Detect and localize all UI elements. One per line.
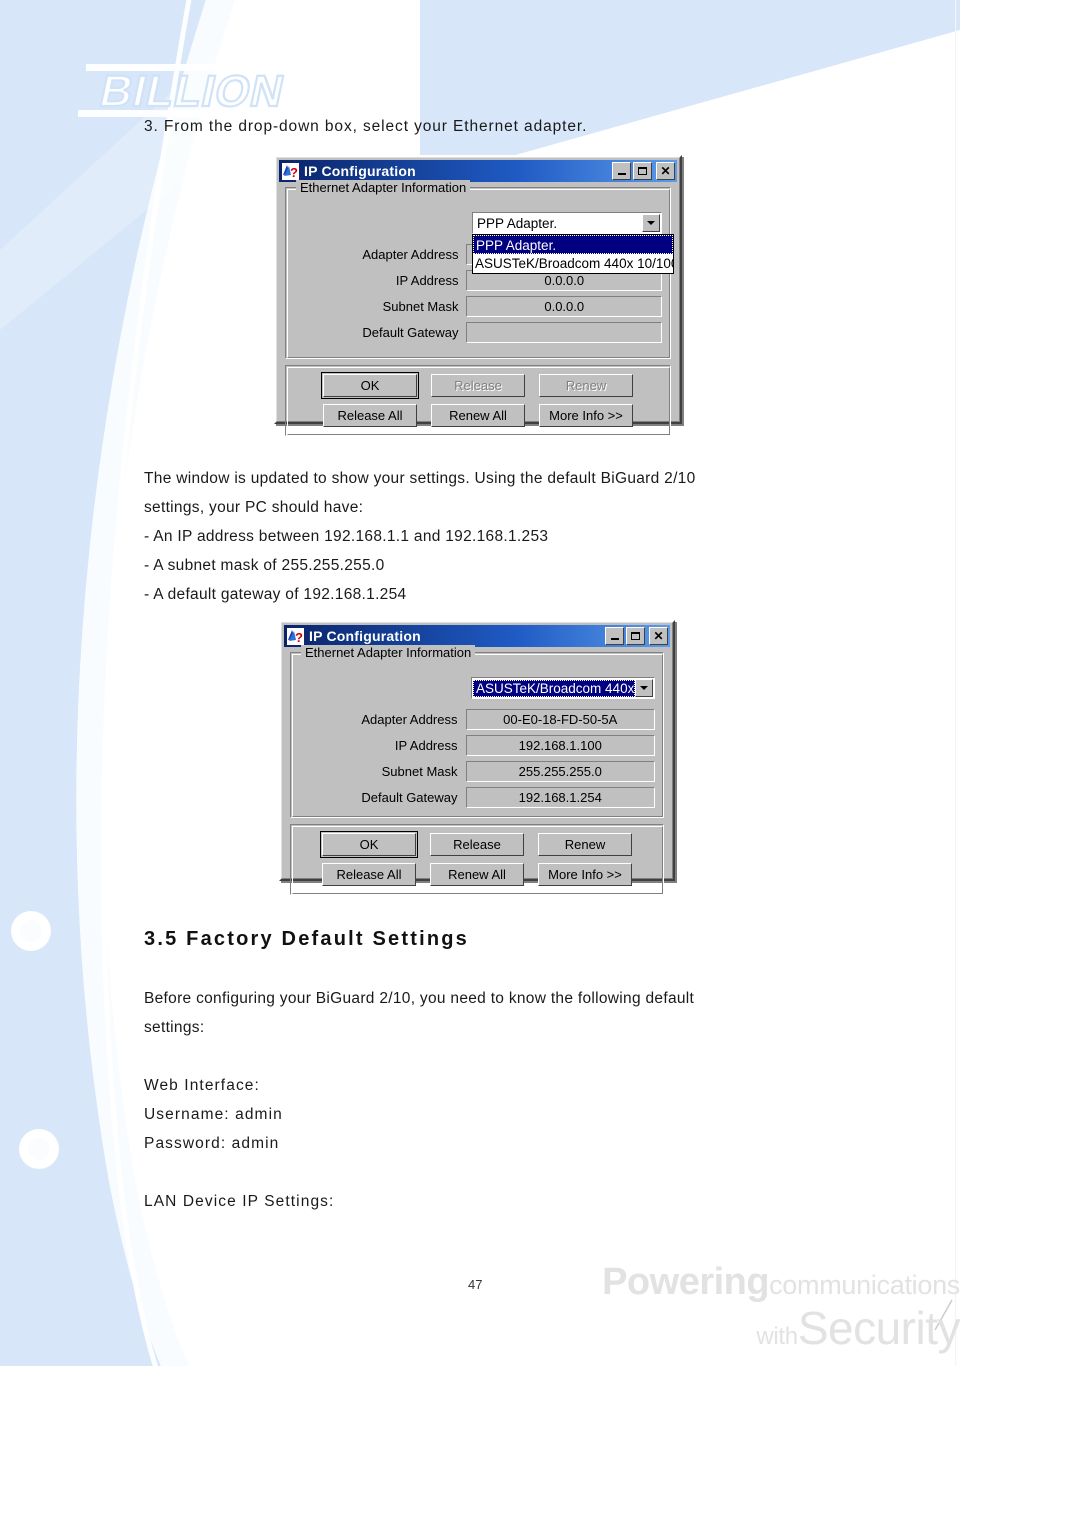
dialog1-release-all-button[interactable]: Release All xyxy=(323,404,417,427)
dialog2-label-subnet-mask: Subnet Mask xyxy=(381,764,458,779)
slogan-powering: Powering xyxy=(602,1261,770,1303)
dialog1-value-subnet-mask: 0.0.0.0 xyxy=(466,296,662,317)
chevron-down-icon[interactable] xyxy=(635,679,653,697)
close-button[interactable]: ✕ xyxy=(656,162,675,180)
dialog1-window-controls[interactable]: ✕ xyxy=(612,162,675,180)
dialog2-field-default-gateway: Default Gateway 192.168.1.254 xyxy=(299,787,655,808)
minimize-button[interactable] xyxy=(605,627,624,645)
lan-device-ip-settings-label: LAN Device IP Settings: xyxy=(144,1193,335,1210)
minimize-icon xyxy=(610,638,619,640)
slogan-communications: communications xyxy=(769,1270,960,1300)
dialog1-adapter-combo-value: PPP Adapter. xyxy=(477,215,558,231)
dialog1-adapter-combo-wrap[interactable]: PPP Adapter. PPP Adapter. ASUSTeK/Broadc… xyxy=(472,212,674,274)
dialog2-button-panel: OK Release Renew Release All Renew All M… xyxy=(290,824,664,895)
bullet-subnet-mask: - A subnet mask of 255.255.255.0 xyxy=(144,557,385,574)
dialog2-more-info-button[interactable]: More Info >> xyxy=(538,863,632,886)
billion-logo-text: BILLION xyxy=(96,67,289,115)
dialog2-release-button[interactable]: Release xyxy=(430,833,524,856)
ip-config-icon: ? xyxy=(287,627,304,645)
dialog2-adapter-combo[interactable]: ASUSTeK/Broadcom 440x 10/1 xyxy=(471,677,655,699)
dialog1-release-button: Release xyxy=(431,374,525,397)
svg-text:?: ? xyxy=(290,165,298,180)
dialog2-label-ip-address: IP Address xyxy=(394,738,458,753)
close-button[interactable]: ✕ xyxy=(649,627,668,645)
dialog2-value-adapter-address: 00-E0-18-FD-50-5A xyxy=(465,709,655,730)
dialog2-window-controls[interactable]: ✕ xyxy=(605,627,668,645)
dialog2-adapter-combo-wrap[interactable]: ASUSTeK/Broadcom 440x 10/1 xyxy=(471,677,655,699)
bullet-default-gateway: - A default gateway of 192.168.1.254 xyxy=(144,586,407,603)
chevron-down-icon[interactable] xyxy=(642,214,660,232)
dialog2-renew-button[interactable]: Renew xyxy=(538,833,632,856)
minimize-button[interactable] xyxy=(612,162,631,180)
dialog1-field-default-gateway: Default Gateway xyxy=(294,322,662,343)
dialog1-group-title: Ethernet Adapter Information xyxy=(296,180,471,195)
dialog2-label-adapter-address: Adapter Address xyxy=(361,712,458,727)
billion-logo: BILLION xyxy=(78,64,343,117)
dialog1-label-subnet-mask: Subnet Mask xyxy=(382,299,459,314)
step-instruction: 3. From the drop-down box, select your E… xyxy=(144,118,588,135)
paragraph2-line1: Before configuring your BiGuard 2/10, yo… xyxy=(144,990,695,1007)
close-icon: ✕ xyxy=(660,164,671,178)
document-page: BILLION 3. From the drop-down box, selec… xyxy=(0,0,1080,1528)
maximize-button[interactable] xyxy=(626,627,645,645)
dialog1-button-panel: OK Release Renew Release All Renew All M… xyxy=(285,365,671,436)
dialog2-renew-all-button[interactable]: Renew All xyxy=(430,863,524,886)
maximize-button[interactable] xyxy=(633,162,652,180)
minimize-icon xyxy=(617,173,626,175)
dialog1-more-info-button[interactable]: More Info >> xyxy=(539,404,633,427)
dialog2-group-title: Ethernet Adapter Information xyxy=(301,645,476,660)
dialog2-ethernet-adapter-group: Ethernet Adapter Information ASUSTeK/Bro… xyxy=(290,645,664,818)
web-interface-label: Web Interface: xyxy=(144,1077,260,1094)
page-number: 47 xyxy=(468,1277,483,1292)
dropdown-option-ppp[interactable]: PPP Adapter. xyxy=(473,235,673,254)
dialog1-title: IP Configuration xyxy=(304,163,416,179)
dialog2-field-subnet-mask: Subnet Mask 255.255.255.0 xyxy=(299,761,655,782)
dialog1-label-ip-address: IP Address xyxy=(395,273,459,288)
dialog1-label-default-gateway: Default Gateway xyxy=(362,325,459,340)
dialog2-titlebar[interactable]: ? IP Configuration ✕ xyxy=(284,625,670,647)
dialog2-label-default-gateway: Default Gateway xyxy=(361,790,458,805)
chevron-down-glyph xyxy=(640,686,648,690)
slogan-with: with xyxy=(756,1323,798,1350)
dialog2-value-subnet-mask: 255.255.255.0 xyxy=(465,761,655,782)
password-line: Password: admin xyxy=(144,1135,280,1152)
maximize-icon xyxy=(631,632,640,640)
dialog1-value-default-gateway xyxy=(466,322,662,343)
dialog1-label-adapter-address: Adapter Address xyxy=(362,247,459,262)
section-heading-3-5: 3.5 Factory Default Settings xyxy=(144,928,469,950)
dialog2-field-adapter-address: Adapter Address 00-E0-18-FD-50-5A xyxy=(299,709,655,730)
dialog2-release-all-button[interactable]: Release All xyxy=(322,863,416,886)
paragraph1-line2: settings, your PC should have: xyxy=(144,499,364,516)
svg-text:?: ? xyxy=(295,630,303,645)
ip-configuration-dialog-1[interactable]: ? IP Configuration ✕ Ethernet Adapter In… xyxy=(274,155,682,436)
dialog2-title: IP Configuration xyxy=(309,628,421,644)
ip-configuration-dialog-2[interactable]: ? IP Configuration ✕ Ethernet Adapter In… xyxy=(279,620,675,895)
dialog2-adapter-combo-value: ASUSTeK/Broadcom 440x 10/1 xyxy=(473,679,635,697)
dialog1-ethernet-adapter-group: Ethernet Adapter Information PPP Adapter… xyxy=(285,180,674,359)
dialog2-value-default-gateway: 192.168.1.254 xyxy=(465,787,655,808)
slogan-security: Security xyxy=(797,1302,961,1354)
maximize-icon xyxy=(638,167,647,175)
dialog2-field-ip-address: IP Address 192.168.1.100 xyxy=(299,735,655,756)
dialog1-adapter-combo[interactable]: PPP Adapter. xyxy=(472,212,662,234)
username-line: Username: admin xyxy=(144,1106,283,1123)
bullet-ip-address: - An IP address between 192.168.1.1 and … xyxy=(144,528,549,545)
chevron-down-glyph xyxy=(647,221,655,225)
dropdown-option-asustek[interactable]: ASUSTeK/Broadcom 440x 10/100 In xyxy=(473,254,673,273)
dialog1-ok-button[interactable]: OK xyxy=(321,372,419,399)
dialog2-ok-button[interactable]: OK xyxy=(320,831,418,858)
close-icon: ✕ xyxy=(653,629,664,643)
ip-config-icon: ? xyxy=(282,162,299,180)
dialog1-field-subnet-mask: Subnet Mask 0.0.0.0 xyxy=(294,296,662,317)
dialog1-titlebar[interactable]: ? IP Configuration ✕ xyxy=(279,160,677,182)
dialog1-renew-all-button[interactable]: Renew All xyxy=(431,404,525,427)
dialog1-renew-button: Renew xyxy=(539,374,633,397)
paragraph2-line2: settings: xyxy=(144,1019,205,1036)
footer-slogan: Poweringcommunications withSecurity xyxy=(602,1262,960,1360)
paragraph1-line1: The window is updated to show your setti… xyxy=(144,470,696,487)
dialog1-adapter-dropdown-list[interactable]: PPP Adapter. ASUSTeK/Broadcom 440x 10/10… xyxy=(472,234,674,274)
dialog2-value-ip-address: 192.168.1.100 xyxy=(465,735,655,756)
